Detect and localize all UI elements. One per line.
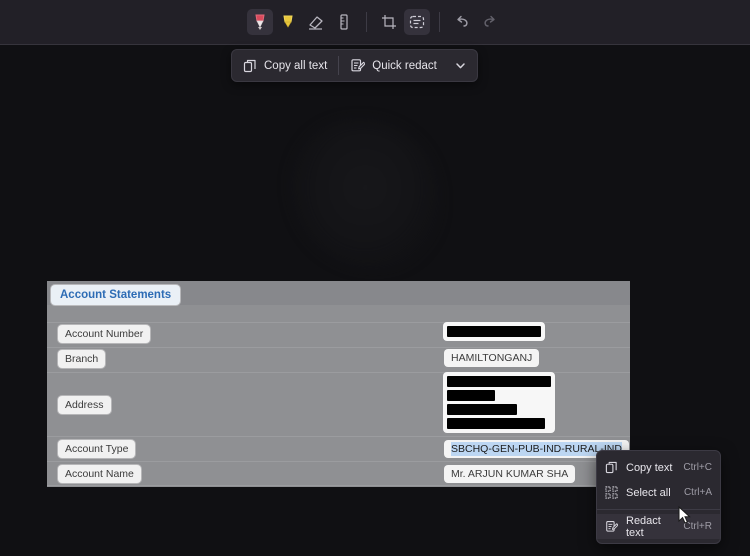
context-menu-accel: Ctrl+R: [683, 521, 712, 532]
undo-icon[interactable]: [449, 9, 475, 35]
quick-redact-button[interactable]: Quick redact: [339, 50, 448, 81]
redo-icon[interactable]: [477, 9, 503, 35]
chevron-down-icon: [456, 63, 465, 69]
quick-redact-label: Quick redact: [372, 59, 437, 72]
redact-icon: [351, 59, 366, 72]
row-separator: [47, 436, 630, 437]
field-label-account-number: Account Number: [58, 325, 151, 343]
app-window: Copy all text Quick redact Account State…: [0, 0, 750, 556]
crop-icon[interactable]: [376, 9, 402, 35]
row-separator: [47, 461, 630, 462]
red-highlighter-icon[interactable]: [247, 9, 273, 35]
context-menu-label: Select all: [626, 486, 671, 499]
redaction-bar: [447, 418, 545, 429]
context-menu-accel: Ctrl+A: [683, 487, 712, 498]
context-menu-separator: [597, 509, 720, 510]
redaction-bar: [447, 390, 495, 401]
document-title: Account Statements: [51, 285, 181, 305]
field-value-address-redacted[interactable]: [443, 372, 555, 433]
context-menu-label: Redact text: [626, 514, 661, 539]
context-menu-item-select-all[interactable]: Select all Ctrl+A: [597, 480, 720, 505]
document-page[interactable]: Account Statements Account Number Branch…: [47, 281, 630, 487]
action-bar: Copy all text Quick redact: [231, 49, 478, 82]
field-label-address: Address: [58, 396, 111, 414]
field-value-branch[interactable]: HAMILTONGANJ: [444, 349, 540, 367]
context-menu-accel: Ctrl+C: [683, 462, 712, 473]
toolbar-divider-2: [439, 12, 440, 32]
select-all-icon: [605, 486, 618, 499]
copy-icon: [243, 59, 256, 72]
yellow-highlighter-icon[interactable]: [275, 9, 301, 35]
toolbar-divider-1: [366, 12, 367, 32]
eraser-icon[interactable]: [303, 9, 329, 35]
top-toolbar: [0, 0, 750, 45]
field-label-account-type: Account Type: [58, 440, 136, 458]
field-value-account-number-redacted[interactable]: [443, 322, 545, 341]
redaction-bar: [447, 376, 551, 387]
quick-redact-dropdown-button[interactable]: [448, 50, 477, 81]
tool-group: [247, 9, 503, 35]
text-select-icon[interactable]: [404, 9, 430, 35]
copy-all-text-label: Copy all text: [264, 59, 328, 72]
redaction-bar: [447, 326, 541, 337]
field-label-branch: Branch: [58, 350, 106, 368]
copy-all-text-button[interactable]: Copy all text: [232, 50, 338, 81]
context-menu-item-copy-text[interactable]: Copy text Ctrl+C: [597, 455, 720, 480]
context-menu-item-redact-text[interactable]: Redact text Ctrl+R: [597, 514, 720, 539]
context-menu: Copy text Ctrl+C Select all Ctrl+A Redac…: [596, 450, 721, 544]
field-value-account-name[interactable]: Mr. ARJUN KUMAR SHA: [444, 465, 576, 483]
ruler-icon[interactable]: [331, 9, 357, 35]
backdrop-shape: [290, 120, 440, 270]
redaction-bar: [447, 404, 517, 415]
field-label-account-name: Account Name: [58, 465, 141, 483]
copy-icon: [605, 461, 617, 474]
row-separator: [47, 485, 630, 486]
context-menu-label: Copy text: [626, 461, 673, 474]
row-separator: [47, 347, 630, 348]
redact-icon: [606, 521, 618, 532]
